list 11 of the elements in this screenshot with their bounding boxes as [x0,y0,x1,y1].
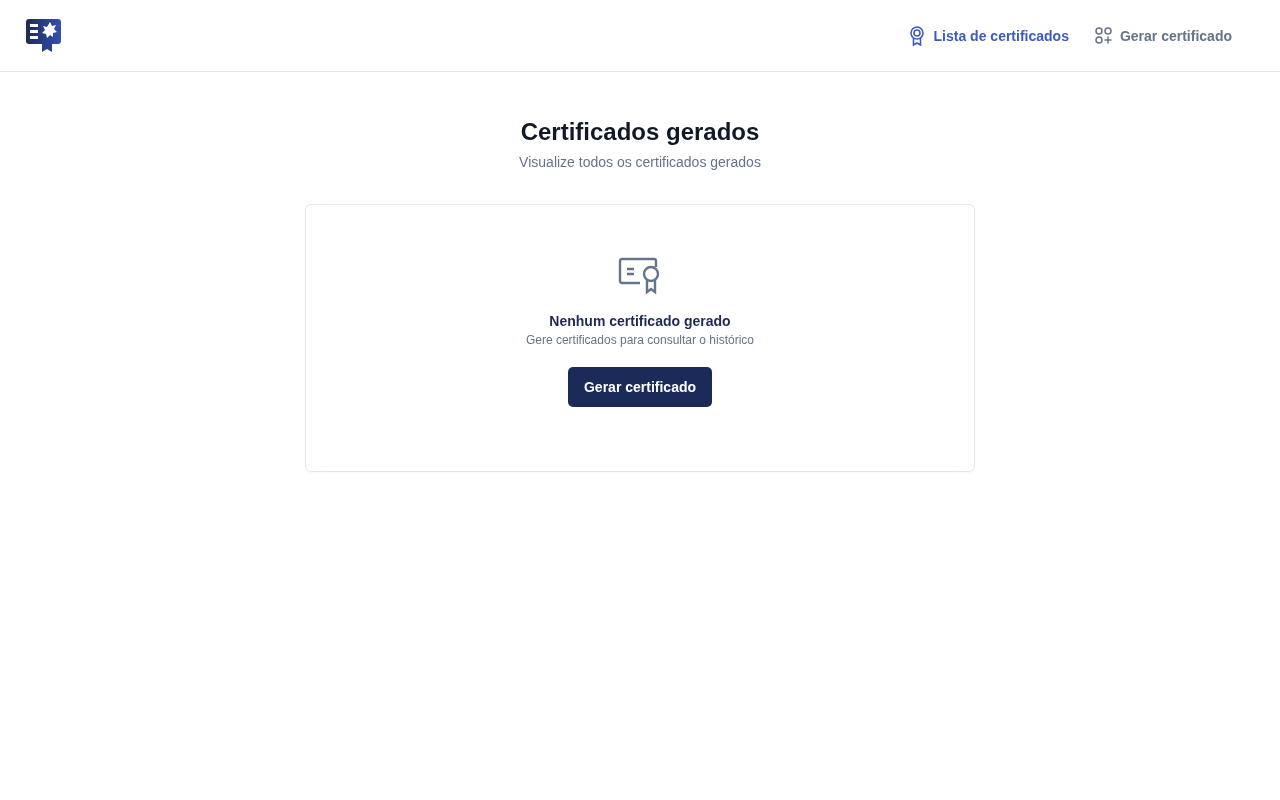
generate-button[interactable]: Gerar certificado [567,367,713,407]
shapes-icon [1094,27,1112,44]
logo-icon [26,19,62,52]
nav-link[interactable]: Lista de certificados [907,25,1069,46]
certificate-icon [618,257,662,295]
page-subtitle: Visualize todos os certificados gerados [519,154,761,170]
empty-title: Nenhum certificado gerado [549,313,731,329]
nav-link[interactable]: Gerar certificado [1094,25,1232,46]
empty-message: Gere certificados para consultar o histórico [525,333,755,347]
award-icon [907,25,926,46]
page-title: Certificados gerados [520,118,760,146]
